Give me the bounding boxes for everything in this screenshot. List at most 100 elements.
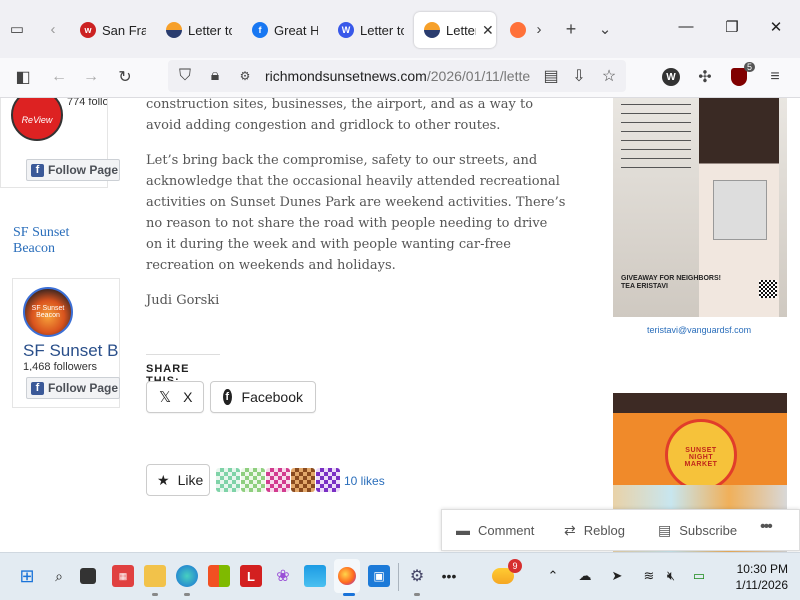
like-button[interactable]: ★ Like [146, 464, 210, 496]
scroll-tabs-right-icon[interactable]: › [528, 18, 550, 40]
reload-icon[interactable]: ↻ [114, 66, 136, 88]
save-page-icon[interactable]: ⇩ [568, 65, 590, 87]
file-explorer-icon[interactable] [144, 565, 166, 587]
system-clock[interactable]: 10:30 PM 1/11/2026 [736, 561, 789, 593]
subscribe-icon: ▤ [658, 522, 672, 538]
follow-page-button-2[interactable]: f Follow Page [26, 377, 120, 399]
article-paragraph: Let’s bring back the compromise, safety … [146, 153, 566, 273]
reader-view-icon[interactable]: ▤ [540, 65, 562, 87]
more-actions-button[interactable]: ••• [760, 518, 773, 536]
tab-overview-icon[interactable]: ▭ [6, 18, 28, 40]
sunset-icon [166, 22, 182, 38]
sf-sunset-beacon-logo[interactable]: SF Sunset Beacon [23, 287, 73, 337]
close-window-icon[interactable]: ✕ [764, 18, 788, 40]
share-facebook-button[interactable]: f Facebook [210, 381, 316, 413]
wordpress-extension-icon[interactable]: W [660, 66, 682, 88]
news-app-icon[interactable]: ▦ [112, 565, 134, 587]
wordpress-icon: W [338, 22, 354, 38]
comment-button[interactable]: ▬ Comment [456, 522, 534, 538]
realtor-advertisement[interactable]: GIVEAWAY FOR NEIGHBORS! TEA ERISTAVI [613, 98, 787, 317]
weather-app-icon[interactable] [304, 565, 326, 587]
ad-body-text [621, 104, 691, 176]
tab-letter-1[interactable]: Letter to [156, 12, 240, 48]
firefox-icon [338, 567, 356, 585]
share-x-button[interactable]: 𝕏 X [146, 381, 204, 413]
task-view-icon[interactable] [80, 568, 96, 584]
article-body: construction sites, businesses, the airp… [146, 98, 566, 325]
weather-widget[interactable]: 9 [490, 559, 522, 587]
menu-hamburger-icon[interactable]: ≡ [764, 66, 786, 88]
facebook-icon: f [31, 163, 44, 177]
avatar[interactable] [291, 468, 315, 492]
location-arrow-icon[interactable]: ➤ [608, 567, 626, 585]
facebook-icon: f [31, 381, 44, 395]
qr-code-icon [759, 280, 777, 298]
tab-firefox[interactable] [500, 12, 526, 48]
lock-icon[interactable]: 🔒︎ [204, 65, 226, 87]
overflow-dots-icon[interactable]: ••• [438, 565, 460, 587]
forward-icon[interactable]: → [80, 66, 102, 88]
sunset-icon [424, 22, 440, 38]
tab-great-hi[interactable]: f Great Hi [242, 12, 326, 48]
navigation-bar: ◧ ← → ↻ ⛉ 🔒︎ ⚙ richmondsunsetnews.com/20… [0, 58, 800, 98]
minimize-icon[interactable]: — [674, 18, 698, 40]
windows-start-icon[interactable]: ⊞ [16, 565, 38, 587]
reblog-icon: ⇄ [564, 522, 576, 538]
star-icon: ★ [157, 471, 170, 488]
close-tab-icon[interactable]: ✕ [482, 22, 494, 39]
comment-icon: ▬ [456, 522, 470, 538]
article-paragraph: construction sites, businesses, the airp… [146, 98, 534, 133]
copilot-icon[interactable]: ❀ [272, 565, 294, 587]
microsoft-store-icon[interactable] [208, 565, 230, 587]
sidebar-beacon-title[interactable]: SF Sunset Beacon [13, 225, 113, 257]
firefox-taskbar-button[interactable] [334, 559, 360, 593]
page-name[interactable]: SF Sunset B [23, 341, 118, 361]
tab-letter-active[interactable]: Letter ✕ [414, 12, 496, 48]
follower-count: 774 follo [67, 98, 108, 108]
settings-gear-icon[interactable]: ⚙ [406, 565, 428, 587]
back-icon[interactable]: ← [48, 66, 70, 88]
newspaper-image [713, 180, 767, 240]
search-icon[interactable]: ⌕ [48, 565, 70, 587]
follow-page-button-1[interactable]: f Follow Page [26, 159, 120, 181]
tab-list-chevron-icon[interactable]: ⌄ [594, 18, 616, 40]
tab-san-fran[interactable]: w San Fran [70, 12, 154, 48]
extensions-puzzle-icon[interactable]: ✣ [694, 66, 716, 88]
chevron-up-icon[interactable]: ⌃ [544, 567, 562, 585]
url-bar[interactable]: ⛉ 🔒︎ ⚙ richmondsunsetnews.com/2026/01/11… [168, 60, 626, 92]
avatar[interactable] [316, 468, 340, 492]
edge-browser-icon[interactable] [176, 565, 198, 587]
realtor-email-link[interactable]: teristavi@vanguardsf.com [647, 325, 751, 335]
liker-avatars [216, 468, 341, 492]
l-app-icon[interactable]: L [240, 565, 262, 587]
new-tab-icon[interactable]: + [560, 18, 582, 40]
likes-count[interactable]: 10 likes [344, 474, 385, 488]
tab-letter-2[interactable]: W Letter to [328, 12, 412, 48]
avatar[interactable] [266, 468, 290, 492]
shield-icon[interactable]: ⛉ [174, 65, 196, 87]
subscribe-button[interactable]: ▤ Subscribe [658, 522, 737, 539]
follower-count: 1,468 followers [23, 361, 97, 371]
avatar[interactable] [216, 468, 240, 492]
reblog-button[interactable]: ⇄ Reblog [564, 522, 625, 539]
wifi-icon[interactable]: ≋ [640, 567, 658, 585]
avatar[interactable] [241, 468, 265, 492]
site-permissions-icon[interactable]: ⚙ [234, 65, 256, 87]
ublock-icon[interactable]: 5 [728, 62, 755, 88]
maximize-icon[interactable]: ❐ [720, 18, 744, 40]
battery-charging-icon[interactable]: ▭ [690, 567, 708, 585]
cloud-sync-icon[interactable]: ☁ [576, 567, 594, 585]
speaker-muted-icon[interactable]: 🔇︎ [662, 567, 680, 585]
page-content: ReView 774 follo f Follow Page SF Sunset… [0, 98, 800, 552]
url-text[interactable]: richmondsunsetnews.com/2026/01/11/lette [265, 68, 533, 84]
sidebar-toggle-icon[interactable]: ◧ [12, 66, 34, 88]
ad-top-banner [613, 393, 787, 413]
bookmark-star-icon[interactable]: ☆ [598, 65, 620, 87]
article-author: Judi Gorski [146, 293, 220, 308]
facebook-circle-icon: f [223, 389, 232, 405]
firefox-icon [510, 22, 526, 38]
scroll-tabs-left-icon[interactable]: ‹ [42, 18, 64, 40]
wordpress-action-bar: ▬ Comment ⇄ Reblog ▤ Subscribe ••• [441, 509, 800, 551]
richmond-review-logo[interactable]: ReView [11, 98, 63, 141]
monitor-app-icon[interactable]: ▣ [368, 565, 390, 587]
